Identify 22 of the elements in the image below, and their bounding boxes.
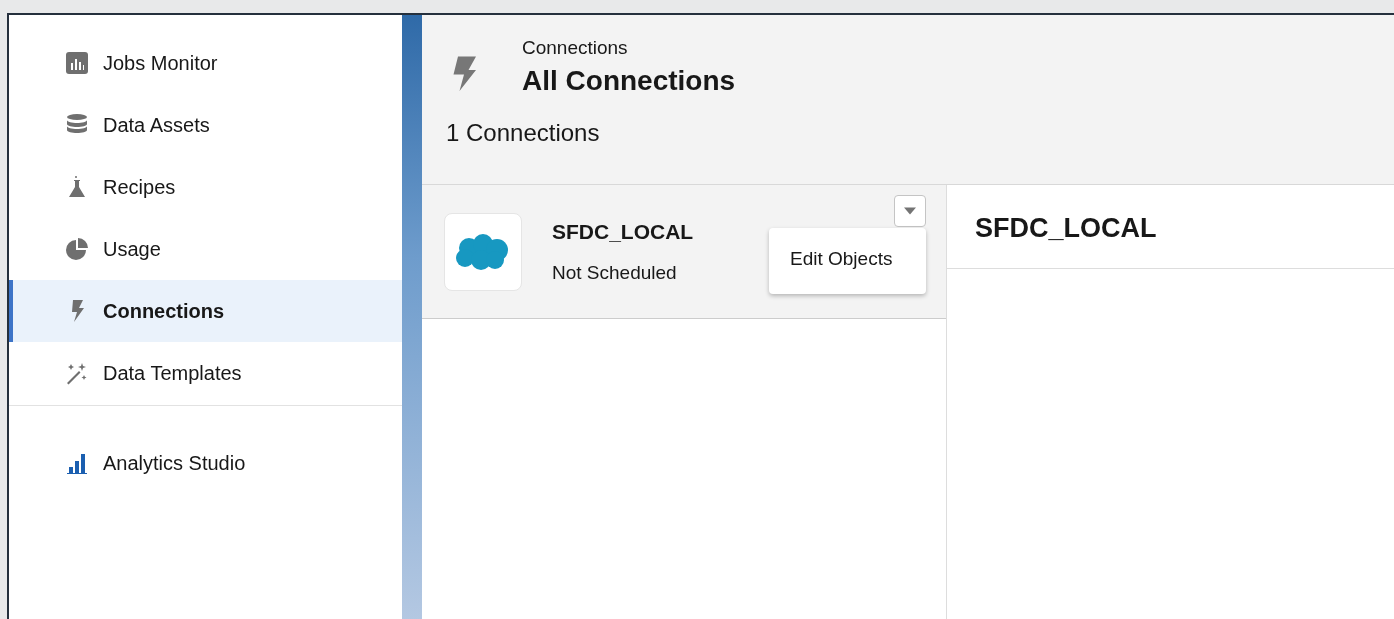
sidebar-item[interactable]: Data Templates bbox=[9, 342, 402, 404]
sidebar-item[interactable]: Usage bbox=[9, 218, 402, 280]
menu-item[interactable]: Edit Objects bbox=[769, 236, 926, 282]
bar-chart-icon bbox=[65, 51, 89, 75]
pie-chart-icon bbox=[65, 237, 89, 261]
breadcrumb: Connections bbox=[522, 37, 629, 59]
magic-wand-icon bbox=[65, 361, 89, 385]
connection-status: Not Scheduled bbox=[552, 261, 678, 284]
cloud-icon bbox=[444, 212, 522, 291]
bar-chart-icon bbox=[65, 451, 89, 475]
caret-icon bbox=[904, 207, 916, 215]
page-title: All Connections bbox=[522, 65, 736, 97]
sidebar-item[interactable]: Jobs Monitor bbox=[9, 32, 402, 94]
connection-card[interactable]: SFDC_LOCAL Not Scheduled Edit Objects bbox=[422, 185, 946, 319]
sidebar-item[interactable]: Connections bbox=[9, 280, 402, 342]
detail-title: SFDC_LOCAL bbox=[947, 185, 1394, 269]
sidebar-item[interactable]: Recipes bbox=[9, 156, 402, 218]
dropdown-button[interactable] bbox=[894, 195, 926, 227]
sidebar-item[interactable]: Data Assets bbox=[9, 94, 402, 156]
sidebar-item[interactable]: Analytics Studio bbox=[9, 432, 402, 494]
connection-name: SFDC_LOCAL bbox=[552, 219, 694, 244]
connection-count: 1 Connections bbox=[446, 119, 601, 147]
